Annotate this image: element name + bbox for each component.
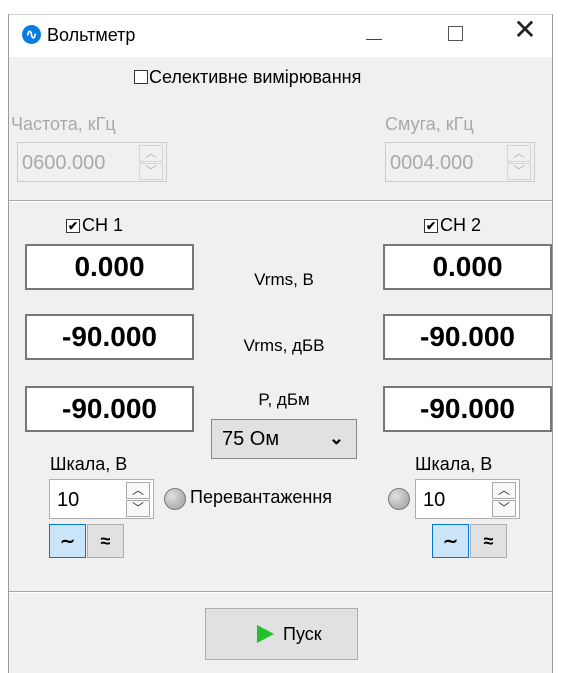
ch1-overload-indicator — [164, 488, 186, 510]
ch1-scale-down-icon[interactable]: ﹀ — [126, 500, 150, 517]
ch1-scale-spinbox[interactable]: 10 ︿ ﹀ — [49, 479, 154, 519]
bandwidth-value: 0004.000 — [390, 152, 474, 174]
ch2-scale-label: Шкала, В — [415, 454, 493, 474]
ch2-scale-down-icon[interactable]: ﹀ — [492, 500, 516, 517]
app-logo-icon: ∿ — [22, 25, 41, 44]
load-impedance-value: 75 Ом — [222, 428, 280, 450]
ch2-label: CH 2 — [440, 215, 482, 235]
close-button[interactable]: ✕ — [502, 15, 548, 49]
title-bar: ∿ Вольтметр ✕ — [9, 14, 552, 57]
ch2-vrms-v-display: 0.000 — [383, 244, 552, 290]
ch1-dc-button[interactable]: ≈ — [87, 524, 124, 558]
window-title: Вольтметр — [47, 25, 136, 45]
frequency-down-icon[interactable]: ﹀ — [139, 163, 163, 180]
bandwidth-spinbox[interactable]: 0004.000 ︿ ﹀ — [385, 142, 535, 182]
ch1-p-dbm-display: -90.000 — [25, 386, 194, 432]
ch2-vrms-dbv-display: -90.000 — [383, 314, 552, 360]
ch1-scale-label: Шкала, В — [50, 454, 128, 474]
bandwidth-up-icon[interactable]: ︿ — [507, 145, 531, 162]
frequency-label: Частота, кГц — [11, 114, 116, 134]
divider — [9, 591, 552, 593]
ch1-checkbox[interactable]: ✔ — [66, 219, 80, 233]
play-icon — [257, 625, 274, 643]
frequency-spinbox[interactable]: 0600.000 ︿ ﹀ — [17, 142, 167, 182]
voltmeter-window: ∿ Вольтметр ✕ Селективне вимірювання Час… — [8, 14, 553, 673]
ch1-vrms-dbv-display: -90.000 — [25, 314, 194, 360]
ch1-label: CH 1 — [82, 215, 124, 235]
ch2-scale-value: 10 — [423, 489, 446, 511]
ch2-scale-spinbox[interactable]: 10 ︿ ﹀ — [415, 479, 520, 519]
ch2-checkbox[interactable]: ✔ — [424, 219, 438, 233]
ch2-dc-button[interactable]: ≈ — [470, 524, 507, 558]
ch1-scale-up-icon[interactable]: ︿ — [126, 482, 150, 499]
vrms-v-label: Vrms, В — [254, 270, 314, 289]
vrms-dbv-label: Vrms, дБВ — [243, 336, 325, 355]
ch2-ac-button[interactable]: ∼ — [432, 524, 469, 558]
bandwidth-label: Смуга, кГц — [385, 114, 474, 134]
ch2-scale-up-icon[interactable]: ︿ — [492, 482, 516, 499]
load-impedance-select[interactable]: 75 Ом ⌄ — [211, 419, 357, 459]
overload-label: Перевантаження — [190, 487, 333, 507]
selective-checkbox[interactable] — [134, 70, 148, 84]
start-button-label: Пуск — [283, 624, 322, 644]
bandwidth-down-icon[interactable]: ﹀ — [507, 163, 531, 180]
start-button[interactable]: Пуск — [205, 608, 358, 660]
minimize-button[interactable] — [351, 17, 397, 51]
frequency-value: 0600.000 — [22, 152, 106, 174]
ch2-overload-indicator — [388, 488, 410, 510]
ch1-ac-button[interactable]: ∼ — [49, 524, 86, 558]
chevron-down-icon: ⌄ — [328, 428, 344, 448]
ch1-scale-value: 10 — [57, 489, 80, 511]
ch2-p-dbm-display: -90.000 — [383, 386, 552, 432]
divider — [9, 200, 552, 202]
ch1-vrms-v-display: 0.000 — [25, 244, 194, 290]
frequency-up-icon[interactable]: ︿ — [139, 145, 163, 162]
maximize-button[interactable] — [432, 17, 478, 51]
selective-label: Селективне вимірювання — [149, 67, 362, 87]
p-dbm-label: P, дБм — [258, 390, 310, 409]
